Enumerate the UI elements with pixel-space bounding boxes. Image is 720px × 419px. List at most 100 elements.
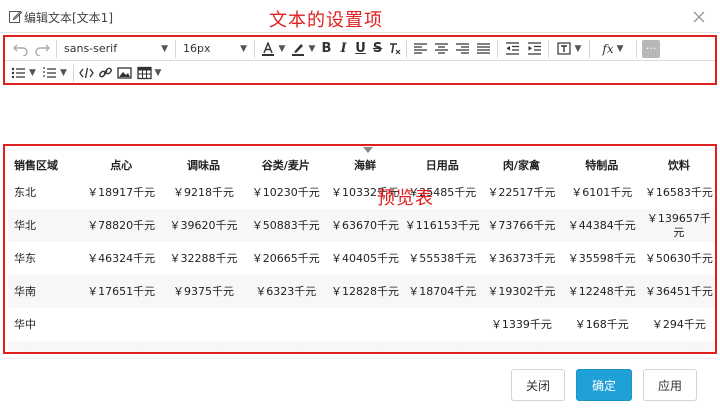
chevron-down-icon: ▼: [278, 43, 286, 54]
confirm-button[interactable]: 确定: [576, 369, 632, 401]
close-button[interactable]: 关闭: [511, 369, 565, 401]
chevron-down-icon: ▼: [616, 43, 624, 54]
table-cell: ￥12828千元: [326, 275, 404, 308]
outdent-button[interactable]: [501, 38, 523, 60]
toolbar-row-2: ▼ ▼ ▼: [5, 61, 715, 85]
column-header: 销售区域: [14, 159, 58, 172]
text-box-button[interactable]: ▼: [552, 38, 586, 60]
preview-table: 销售区域 点心 调味品 谷类/麦片 海鲜 日用品 肉/家禽 特制品 饮料 东北 …: [8, 154, 715, 352]
table-cell: ￥12248千元: [561, 275, 642, 308]
align-right-button[interactable]: [452, 38, 473, 60]
close-icon[interactable]: [690, 8, 708, 26]
code-icon: [79, 67, 94, 79]
bold-icon: B: [321, 41, 332, 56]
table-cell: [162, 308, 244, 341]
table-cell: [403, 308, 481, 341]
align-left-icon: [414, 42, 427, 54]
region-cell: 华南: [8, 275, 81, 308]
table-cell: ￥1438千元: [80, 341, 163, 352]
toolbar-row-1: sans-serif ▼ 16px ▼ ▼ ▼ B I U S ▼ fx ▼ ·…: [5, 37, 715, 61]
dialog-title: 编辑文本[文本1]: [24, 11, 113, 25]
formula-button[interactable]: fx ▼: [593, 38, 633, 60]
underline-button[interactable]: U: [352, 38, 369, 60]
region-cell: 华东: [14, 251, 36, 265]
settings-annotation: 文本的设置项: [269, 10, 383, 31]
numbered-list-button[interactable]: ▼: [39, 62, 70, 84]
toolbar-separator: [254, 39, 255, 58]
table-cell: ￥19302千元: [481, 275, 562, 308]
highlight-button[interactable]: ▼: [288, 38, 318, 60]
table-cell: ￥39620千元: [162, 209, 245, 242]
justify-icon: [477, 42, 490, 54]
align-center-button[interactable]: [431, 38, 452, 60]
redo-button[interactable]: [31, 38, 53, 60]
image-button[interactable]: [115, 62, 134, 84]
column-header: 饮料: [667, 159, 690, 172]
undo-button[interactable]: [9, 38, 31, 60]
table-cell: ￥9375千元: [162, 275, 245, 308]
outdent-icon: [505, 41, 519, 55]
footer-divider: [0, 358, 720, 359]
table-cell: ￥168千元: [574, 317, 629, 331]
apply-button[interactable]: 应用: [643, 369, 697, 401]
bold-button[interactable]: B: [318, 38, 335, 60]
chevron-down-icon: ▼: [154, 68, 162, 78]
toolbar-separator: [73, 64, 74, 82]
font-color-button[interactable]: ▼: [258, 38, 288, 60]
align-center-icon: [435, 42, 448, 54]
table-cell: ￥958千元: [162, 341, 245, 352]
font-color-icon: [261, 41, 274, 56]
table-row: 华北 ￥78820千元 ￥39620千元 ￥50883千元 ￥63670千元 ￥…: [8, 209, 715, 242]
table-cell: ￥18704千元: [403, 275, 482, 308]
bullet-list-button[interactable]: ▼: [8, 62, 39, 84]
column-resize-marker-icon[interactable]: [363, 147, 373, 153]
toolbar-separator: [175, 39, 176, 58]
table-cell: ￥22517千元: [487, 185, 556, 199]
table-cell: ￥9903千元: [481, 341, 562, 352]
align-left-button[interactable]: [410, 38, 431, 60]
highlight-pen-icon: [291, 43, 304, 56]
italic-icon: I: [340, 41, 347, 56]
table-cell: [245, 308, 327, 341]
region-cell: 东北: [14, 185, 36, 199]
justify-button[interactable]: [473, 38, 494, 60]
bullet-list-icon: [11, 67, 26, 79]
column-header: 谷类/麦片: [261, 159, 310, 172]
dialog-titlebar: 编辑文本[文本1] 文本的设置项: [0, 0, 720, 33]
table-cell: ￥3467千元: [244, 341, 327, 352]
preview-table-frame: 销售区域 点心 调味品 谷类/麦片 海鲜 日用品 肉/家禽 特制品 饮料 东北 …: [3, 144, 717, 354]
editor-content[interactable]: [3, 86, 717, 144]
table-cell: ￥50630千元: [644, 251, 713, 265]
table-button[interactable]: ▼: [134, 62, 164, 84]
table-cell: ￥1851千元: [326, 341, 404, 352]
strikethrough-button[interactable]: S: [369, 38, 386, 60]
table-cell: ￥294千元: [651, 317, 706, 331]
link-button[interactable]: [96, 62, 115, 84]
chevron-down-icon: ▼: [240, 43, 247, 54]
toolbar-separator: [406, 39, 407, 58]
more-button[interactable]: ···: [640, 38, 662, 60]
align-right-icon: [456, 42, 469, 54]
clear-format-icon: [390, 42, 401, 54]
formula-icon: fx: [602, 41, 614, 56]
font-family-select[interactable]: sans-serif ▼: [60, 38, 172, 60]
column-header: 调味品: [187, 159, 220, 172]
font-family-value: sans-serif: [64, 42, 118, 55]
table-cell: ￥40405千元: [331, 251, 400, 265]
table-cell: [561, 341, 642, 352]
chevron-down-icon: ▼: [29, 68, 36, 78]
table-cell: ￥20665千元: [251, 251, 320, 265]
clear-format-button[interactable]: [386, 38, 403, 60]
table-row: 华东 ￥46324千元 ￥32288千元 ￥20665千元 ￥40405千元 ￥…: [8, 242, 715, 275]
font-size-select[interactable]: 16px ▼: [179, 38, 251, 60]
toolbar-separator: [56, 39, 57, 58]
table-row: 东北 ￥18917千元 ￥9218千元 ￥10230千元 ￥10332千元 ￥2…: [8, 176, 715, 209]
table-cell: ￥116153千元: [403, 209, 482, 242]
table-cell: ￥10230千元: [251, 185, 320, 199]
indent-button[interactable]: [523, 38, 545, 60]
code-button[interactable]: [77, 62, 96, 84]
chevron-down-icon: ▼: [308, 43, 316, 54]
italic-button[interactable]: I: [335, 38, 352, 60]
column-header: 日用品: [425, 159, 459, 172]
table-header-row: 销售区域 点心 调味品 谷类/麦片 海鲜 日用品 肉/家禽 特制品 饮料: [8, 154, 715, 176]
